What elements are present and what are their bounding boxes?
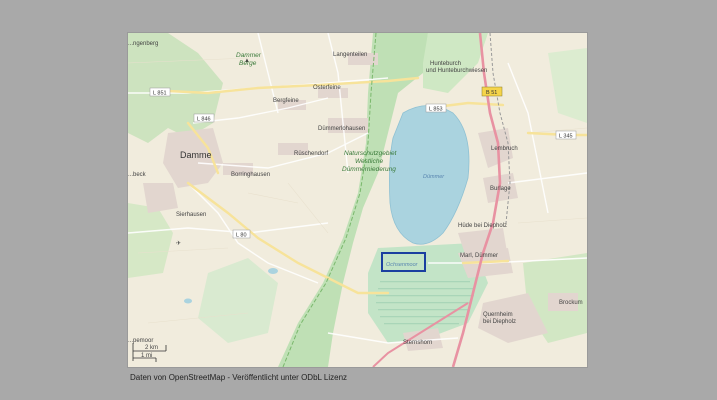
place-label: Berge [239, 60, 257, 67]
place-label-town: Damme [180, 150, 212, 160]
road-shield-l846: L 846 [193, 113, 215, 123]
place-label: und Hunteburchwiesen [426, 68, 487, 74]
airfield-icon: ✈ [176, 240, 181, 247]
nature-reserve-label: Naturschutzgebiet [344, 150, 398, 157]
lake-label: Dümmer [423, 174, 445, 180]
place-label: Marl, Dümmer [460, 253, 498, 259]
place-label: ...beck [128, 172, 147, 178]
place-label: Sternshorn [403, 340, 432, 346]
map-canvas: ✈ ▲ ...ngenberg Dammer Berge Langenteile… [128, 33, 587, 367]
nature-reserve-label: Dümmerniederung [342, 166, 396, 173]
scale-mi-label: 1 mi [141, 353, 152, 359]
road-shield-l345: L 345 [555, 130, 577, 140]
map-attribution: Daten von OpenStreetMap - Veröffentlicht… [130, 373, 348, 382]
road-shield-l853: L 853 [425, 103, 447, 113]
svg-text:L 345: L 345 [559, 134, 573, 140]
place-label: Quernheim [483, 312, 513, 318]
svg-text:B 51: B 51 [486, 90, 497, 96]
svg-text:L 80: L 80 [236, 233, 247, 239]
place-label: ...pemoor [128, 338, 153, 344]
svg-text:L 851: L 851 [153, 91, 167, 97]
road-shield-b51: B 51 [481, 86, 503, 97]
place-label: Burlage [490, 186, 511, 192]
place-label: Dümmerlohausen [318, 126, 365, 132]
road-shield-l851: L 851 [149, 87, 171, 97]
map-view[interactable]: ✈ ▲ ...ngenberg Dammer Berge Langenteile… [128, 33, 587, 367]
place-label: Osterfeine [313, 85, 341, 91]
place-label: Bergfeine [273, 98, 299, 104]
place-label: Dammer [236, 52, 262, 59]
svg-text:L 853: L 853 [429, 107, 443, 113]
place-label: Hüde bei Diepholz [458, 223, 507, 229]
place-label: Rüschendorf [294, 151, 328, 157]
place-label: Lembruch [491, 146, 518, 152]
scale-km-label: 2 km [145, 345, 158, 351]
svg-text:L 846: L 846 [197, 117, 211, 123]
road-shield-l80: L 80 [232, 229, 251, 239]
nature-reserve-label: Westliche [355, 158, 383, 165]
place-label: ...ngenberg [128, 41, 158, 47]
place-label: Brockum [559, 300, 583, 306]
place-label: Hunteburch [430, 61, 461, 67]
place-label: bei Diepholz [483, 319, 516, 325]
place-label: Borringhausen [231, 172, 270, 178]
place-label: Sierhausen [176, 212, 206, 218]
pond [268, 268, 278, 274]
place-label: Ochsenmoor [386, 262, 419, 268]
place-label: Langenteilen [333, 52, 367, 58]
pond [184, 298, 192, 304]
